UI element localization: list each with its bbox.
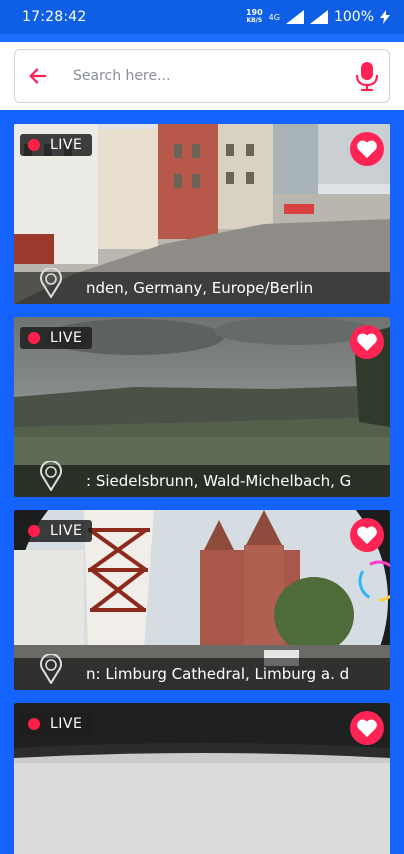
heart-icon	[357, 333, 377, 352]
status-bar: 17:28:42 190 KB/S 4G 100%	[0, 0, 404, 34]
battery-level: 100%	[333, 9, 374, 25]
search-section	[0, 42, 404, 110]
location-caption: nden, Germany, Europe/Berlin	[14, 272, 390, 304]
favorite-button[interactable]	[350, 518, 384, 552]
live-dot-icon	[28, 718, 40, 730]
live-dot-icon	[28, 525, 40, 537]
location-text: n: Limburg Cathedral, Limburg a. d	[86, 665, 350, 683]
charging-icon	[380, 10, 390, 24]
status-icons: 190 KB/S 4G 100%	[246, 9, 390, 25]
location-caption: n: Limburg Cathedral, Limburg a. d	[14, 658, 390, 690]
webcam-card[interactable]: LIVE nden, Germany, Europe/Berlin	[14, 124, 390, 304]
favorite-button[interactable]	[350, 325, 384, 359]
microphone-icon[interactable]	[355, 61, 379, 91]
webcam-card[interactable]: LIVE n: Limburg Cathedral, Limburg a. d	[14, 510, 390, 690]
live-badge: LIVE	[20, 134, 93, 156]
location-caption: : Siedelsbrunn, Wald-Michelbach, G	[14, 465, 390, 497]
favorite-button[interactable]	[350, 132, 384, 166]
live-label: LIVE	[50, 523, 83, 539]
live-badge: LIVE	[20, 520, 93, 542]
search-box	[14, 49, 390, 103]
app-bar	[0, 34, 404, 42]
live-dot-icon	[28, 139, 40, 151]
search-input[interactable]	[73, 68, 333, 84]
favorite-button[interactable]	[350, 711, 384, 745]
webcam-card[interactable]: LIVE : Siedelsbrunn, Wald-Michelbach, G	[14, 317, 390, 497]
arrow-left-icon[interactable]	[27, 65, 49, 87]
webcam-card[interactable]: LIVE	[14, 703, 390, 854]
network-icon: 4G	[268, 12, 280, 22]
live-label: LIVE	[50, 137, 83, 153]
heart-icon	[357, 140, 377, 159]
live-badge: LIVE	[20, 713, 93, 735]
live-dot-icon	[28, 332, 40, 344]
signal-icon-2	[309, 10, 328, 24]
clock: 17:28:42	[22, 9, 87, 25]
location-text: : Siedelsbrunn, Wald-Michelbach, G	[86, 472, 352, 490]
live-label: LIVE	[50, 716, 83, 732]
loading-ring-icon	[358, 560, 390, 602]
location-pin-icon	[40, 654, 62, 684]
heart-icon	[357, 719, 377, 738]
live-label: LIVE	[50, 330, 83, 346]
heart-icon	[357, 526, 377, 545]
webcam-feed: LIVE nden, Germany, Europe/Berlin LIVE:…	[14, 124, 390, 854]
location-text: nden, Germany, Europe/Berlin	[86, 279, 314, 297]
location-pin-icon	[40, 268, 62, 298]
signal-icon	[285, 10, 304, 24]
location-pin-icon	[40, 461, 62, 491]
live-badge: LIVE	[20, 327, 93, 349]
net-speed: 190 KB/S	[245, 8, 263, 25]
